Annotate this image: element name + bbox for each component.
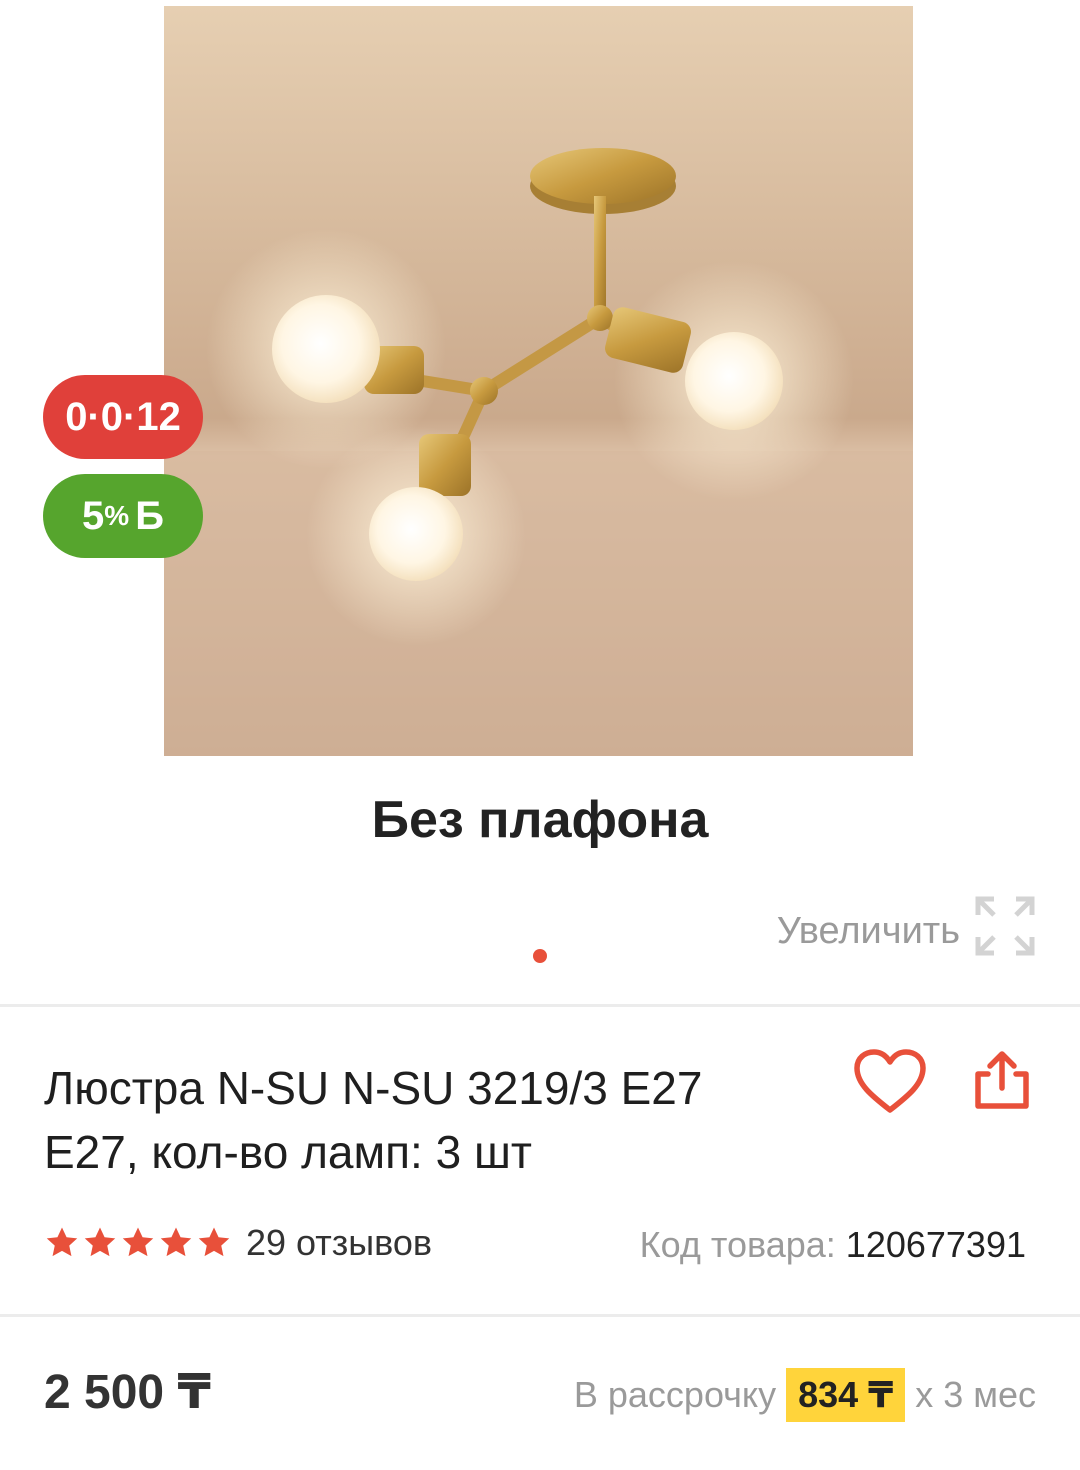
share-icon bbox=[975, 1051, 1029, 1109]
bonus-badge: 5 % Б bbox=[43, 474, 203, 558]
star-icon bbox=[198, 1227, 230, 1257]
divider bbox=[0, 1314, 1080, 1317]
favorite-button[interactable] bbox=[852, 1048, 928, 1121]
installment-amount: 834 ₸ bbox=[786, 1368, 906, 1422]
reviews-link[interactable]: 29 отзывов bbox=[246, 1222, 432, 1264]
star-icon bbox=[46, 1227, 78, 1257]
installment-suffix: x 3 мес bbox=[915, 1374, 1036, 1415]
zoom-label: Увеличить bbox=[776, 909, 960, 952]
image-caption: Без плафона bbox=[371, 791, 709, 849]
installment-prefix: В рассрочку bbox=[573, 1374, 777, 1415]
heart-icon bbox=[854, 1049, 926, 1113]
product-code-value: 120677391 bbox=[845, 1224, 1026, 1265]
star-icon bbox=[84, 1227, 116, 1257]
share-button[interactable] bbox=[970, 1048, 1034, 1117]
price: 2 500 ₸ bbox=[44, 1366, 211, 1419]
bonus-percent: 5 bbox=[82, 493, 105, 538]
bonus-percent-sign: % bbox=[104, 500, 130, 531]
zoom-button[interactable]: Увеличить bbox=[777, 895, 1036, 967]
star-icon bbox=[160, 1227, 192, 1257]
product-image[interactable] bbox=[164, 6, 913, 756]
rating-stars bbox=[44, 1226, 232, 1260]
carousel-indicator[interactable] bbox=[533, 949, 547, 963]
product-code: Код товара: 120677391 bbox=[640, 1224, 1026, 1266]
product-title: Люстра N-SU N-SU 3219/3 E27 E27, кол-во … bbox=[44, 1062, 703, 1178]
installment-info: В рассрочку 834 ₸ x 3 мес bbox=[574, 1368, 1036, 1422]
divider bbox=[0, 1004, 1080, 1007]
star-icon bbox=[122, 1227, 154, 1257]
installment-badge-label: 0·0·12 bbox=[65, 394, 181, 439]
product-code-label: Код товара: bbox=[639, 1224, 836, 1265]
bonus-currency: Б bbox=[135, 493, 164, 538]
expand-icon bbox=[974, 895, 1036, 967]
rating[interactable]: 29 отзывов bbox=[44, 1222, 432, 1264]
installment-badge: 0·0·12 bbox=[43, 375, 203, 459]
